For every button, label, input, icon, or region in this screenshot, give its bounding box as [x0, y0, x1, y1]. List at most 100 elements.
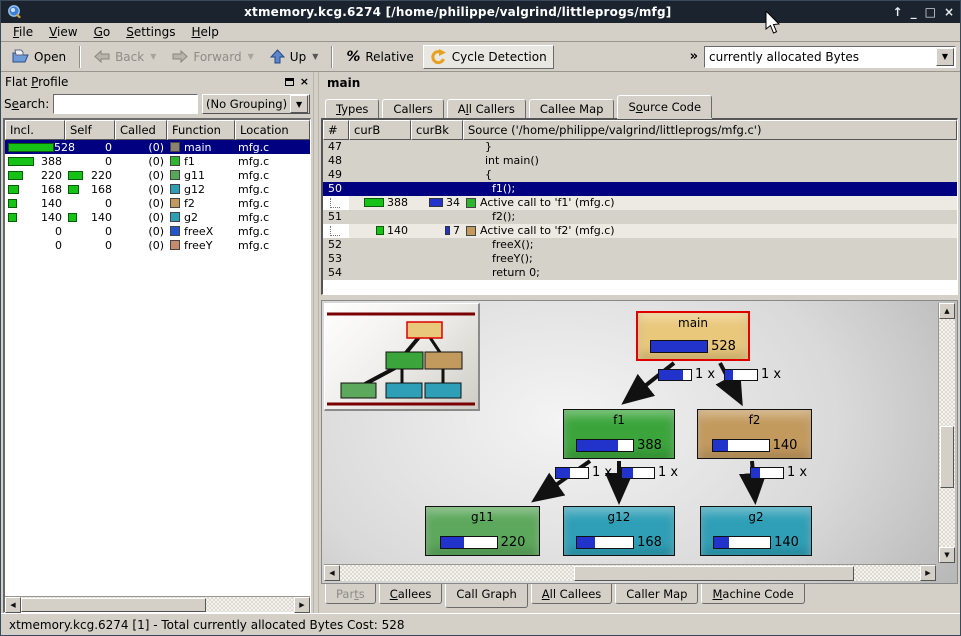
col-line[interactable]: #	[323, 120, 349, 140]
table-row-freeY[interactable]: 0 0 (0) freeY mfg.c	[5, 238, 310, 252]
cost-bar	[576, 536, 634, 549]
table-row-f2[interactable]: 140 0 (0) f2 mfg.c	[5, 196, 310, 210]
toolbar-separator	[331, 46, 333, 68]
up-button[interactable]: Up▼	[263, 45, 326, 68]
function-color-icon	[170, 240, 180, 250]
forward-button[interactable]: Forward▼	[165, 46, 260, 68]
edge-label-f1-g11: 1 x	[555, 465, 612, 480]
close-panel-icon[interactable]: ×	[300, 77, 309, 87]
scroll-right-icon[interactable]: ▶	[294, 597, 310, 613]
scroll-left-icon[interactable]: ◀	[324, 565, 340, 581]
table-row-g2[interactable]: 140 140 (0) g2 mfg.c	[5, 210, 310, 224]
tab-parts[interactable]: Parts	[325, 584, 376, 604]
tab-call-graph[interactable]: Call Graph	[445, 584, 527, 608]
source-empty-area	[323, 280, 957, 294]
toolbar-overflow-chevron[interactable]: »	[690, 49, 698, 64]
scroll-left-icon[interactable]: ◀	[5, 597, 21, 613]
menu-file[interactable]: File	[5, 24, 41, 40]
graph-vscrollbar[interactable]: ▲	[938, 303, 955, 563]
source-line[interactable]: 47 }	[323, 140, 957, 154]
table-row-freeX[interactable]: 0 0 (0) freeX mfg.c	[5, 224, 310, 238]
graph-hscrollbar[interactable]: ◀ ▶	[324, 564, 936, 581]
table-row-main[interactable]: 528 0 (0) main mfg.c	[5, 140, 310, 154]
function-color-icon	[170, 212, 180, 222]
function-color-icon	[466, 198, 476, 208]
mouse-cursor	[765, 11, 781, 35]
tab-types[interactable]: Types	[325, 99, 379, 118]
col-incl[interactable]: Incl.	[5, 120, 65, 140]
col-function[interactable]: Function	[167, 120, 235, 140]
graph-node-f2[interactable]: f2 140	[697, 409, 812, 459]
source-line-selected[interactable]: 50 f1();	[323, 182, 957, 196]
col-curB[interactable]: curB	[349, 120, 411, 140]
tree-branch-icon	[330, 198, 340, 208]
graph-node-g2[interactable]: g2 140	[700, 506, 812, 556]
source-call-annotation[interactable]: 140 7 Active call to 'f2' (mfg.c)	[323, 224, 957, 238]
tab-callee-map[interactable]: Callee Map	[529, 99, 615, 118]
col-location[interactable]: Location	[235, 120, 310, 140]
chevron-down-icon[interactable]: ▼	[936, 48, 954, 66]
tab-all-callees[interactable]: All Callees	[531, 584, 613, 604]
col-curBk[interactable]: curBk	[411, 120, 463, 140]
call-graph-view[interactable]: main 528 f1 388 f2 140 g11 220 g12 168	[321, 300, 958, 584]
source-line[interactable]: 52 freeX();	[323, 238, 957, 252]
event-type-combobox[interactable]: currently allocated Bytes ▼	[704, 46, 956, 68]
toolbar-separator	[79, 46, 81, 68]
table-row-f1[interactable]: 388 0 (0) f1 mfg.c	[5, 154, 310, 168]
cycle-detection-button[interactable]: Cycle Detection	[423, 45, 554, 69]
source-line[interactable]: 54 return 0;	[323, 266, 957, 280]
visualization-tabs: Parts Callees Call Graph All Callees Cal…	[321, 584, 958, 613]
shade-button[interactable]: ↑	[893, 4, 903, 20]
graph-node-g12[interactable]: g12 168	[563, 506, 675, 556]
scrollbar-thumb[interactable]	[574, 566, 854, 581]
up-arrow-icon	[270, 49, 285, 64]
menu-view[interactable]: View	[41, 24, 85, 40]
scroll-up-icon[interactable]: ▲	[939, 303, 955, 319]
menu-help[interactable]: Help	[183, 24, 226, 40]
scrollbar-thumb[interactable]	[940, 426, 954, 488]
tab-caller-map[interactable]: Caller Map	[615, 584, 698, 604]
cost-bar	[440, 536, 498, 549]
col-source[interactable]: Source ('/home/philippe/valgrind/littlep…	[463, 120, 957, 140]
search-input[interactable]	[53, 94, 198, 114]
scroll-right-icon[interactable]: ▶	[920, 565, 936, 581]
tab-callees[interactable]: Callees	[379, 584, 443, 604]
source-line[interactable]: 48 int main()	[323, 154, 957, 168]
source-line[interactable]: 49 {	[323, 168, 957, 182]
menu-settings[interactable]: Settings	[118, 24, 183, 40]
float-panel-icon[interactable]	[285, 78, 294, 86]
tab-machine-code[interactable]: Machine Code	[701, 584, 804, 604]
graph-overview-map[interactable]	[324, 303, 480, 411]
tab-all-callers[interactable]: All Callers	[447, 99, 526, 118]
table-row-g11[interactable]: 220 220 (0) g11 mfg.c	[5, 168, 310, 182]
function-color-icon	[170, 198, 180, 208]
tab-callers[interactable]: Callers	[382, 99, 443, 118]
menubar: File View Go Settings Help	[1, 23, 960, 42]
tab-source-code[interactable]: Source Code	[617, 95, 712, 118]
graph-node-main[interactable]: main 528	[636, 311, 750, 361]
table-row-g12[interactable]: 168 168 (0) g12 mfg.c	[5, 182, 310, 196]
graph-node-g11[interactable]: g11 220	[425, 506, 540, 556]
cost-bar	[713, 536, 771, 549]
close-button[interactable]: ×	[944, 4, 954, 20]
grouping-combobox[interactable]: (No Grouping) ▼	[202, 94, 310, 114]
maximize-button[interactable]: □	[925, 4, 936, 20]
source-line[interactable]: 51 f2();	[323, 210, 957, 224]
open-button[interactable]: Open	[5, 45, 73, 68]
chevron-down-icon[interactable]: ▼	[290, 95, 308, 113]
col-called[interactable]: Called	[115, 120, 167, 140]
source-line[interactable]: 53 freeY();	[323, 252, 957, 266]
graph-node-f1[interactable]: f1 388	[563, 409, 675, 459]
back-button[interactable]: Back▼	[87, 46, 163, 68]
flat-profile-hscrollbar[interactable]: ◀ ▶	[5, 596, 310, 612]
col-self[interactable]: Self	[65, 120, 115, 140]
menu-go[interactable]: Go	[86, 24, 119, 40]
scrollbar-thumb[interactable]	[21, 598, 206, 612]
relative-button[interactable]: % Relative	[339, 45, 420, 69]
tree-branch-icon	[330, 226, 340, 236]
source-call-annotation[interactable]: 388 34 Active call to 'f1' (mfg.c)	[323, 196, 957, 210]
scroll-down-icon[interactable]: ▼	[939, 547, 955, 563]
detail-tabs: Types Callers All Callers Callee Map Sou…	[321, 94, 958, 118]
titlebar[interactable]: xtmemory.kcg.6274 [/home/philippe/valgri…	[1, 1, 960, 23]
minimize-button[interactable]: _	[911, 4, 917, 20]
